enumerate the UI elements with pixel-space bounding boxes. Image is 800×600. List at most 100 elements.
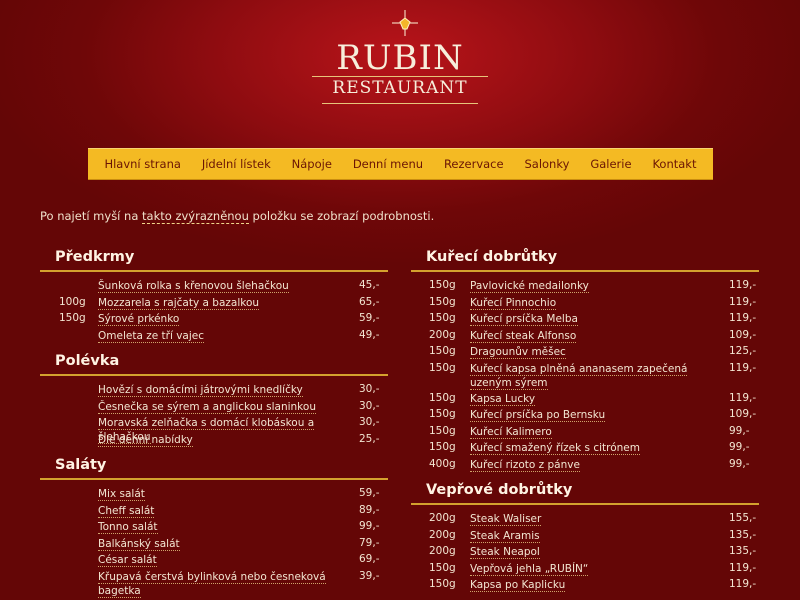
menu-item-name-text: Kuřecí steak Alfonso — [470, 329, 577, 343]
menu-item-weight: 150g — [429, 312, 456, 324]
menu-item-name-text: Steak Waliser — [470, 513, 542, 526]
nav-menu[interactable]: Jídelní lístek — [202, 157, 271, 171]
menu-item-name-text: Tonno salát — [98, 521, 158, 534]
menu-item-name[interactable]: Pavlovické medailonky — [470, 279, 720, 293]
main-nav: Hlavní strana Jídelní lístek Nápoje Denn… — [88, 148, 713, 180]
menu-item-name-text: Kuřecí rizoto z pánve — [470, 458, 580, 472]
section-divider — [40, 374, 388, 376]
menu-item-price: 119,- — [729, 578, 757, 590]
menu-item-price: 135,- — [729, 528, 757, 541]
menu-item-weight: 150g — [59, 312, 86, 324]
menu-item-name-text: Steak Aramis — [470, 529, 540, 543]
menu-item-name-text: Křupavá čerstvá bylinková nebo česneková… — [98, 570, 326, 598]
section-title: Kuřecí dobrůtky — [426, 249, 558, 265]
menu-item-price: 99,- — [729, 424, 750, 437]
menu-item-name-text: Omeleta ze tří vajec — [98, 329, 205, 343]
logo-rule-top — [312, 76, 488, 77]
menu-item-name[interactable]: Kuřecí steak Alfonso — [470, 329, 720, 343]
menu-item-weight: 150g — [429, 279, 456, 291]
menu-item-name[interactable]: Šunková rolka s křenovou šlehačkou — [98, 279, 358, 293]
gem-icon — [392, 10, 418, 36]
menu-item-weight: 100g — [59, 295, 86, 308]
menu-item-weight: 150g — [429, 345, 456, 357]
menu-item-weight: 200g — [429, 512, 456, 524]
menu-item-price: 30,- — [359, 399, 380, 412]
menu-item-name[interactable]: Tonno salát — [98, 520, 358, 534]
nav-daily-menu[interactable]: Denní menu — [353, 157, 423, 171]
menu-item-name-text: Kapsa po Kaplicku — [470, 579, 566, 592]
menu-item-weight: 150g — [429, 441, 456, 453]
hint-highlight: takto zvýrazněnou — [142, 209, 249, 224]
menu-item-weight: 150g — [429, 361, 456, 374]
menu-item-price: 119,- — [729, 312, 757, 324]
menu-item-name-text: Mix salát — [98, 488, 145, 501]
menu-item-name-text: Sýrové prkénko — [98, 313, 180, 326]
menu-item-name[interactable]: Kuřecí smažený řízek s citrónem — [470, 441, 720, 455]
nav-home[interactable]: Hlavní strana — [104, 157, 180, 171]
menu-item-name[interactable]: Kapsa Lucky — [470, 392, 720, 406]
nav-gallery[interactable]: Galerie — [590, 157, 631, 171]
section-title: Polévka — [55, 353, 120, 369]
menu-item-price: 119,- — [729, 391, 757, 404]
menu-item-price: 119,- — [729, 279, 757, 291]
menu-item-name[interactable]: Kuřecí rizoto z pánve — [470, 458, 720, 472]
menu-item-name[interactable]: Omeleta ze tří vajec — [98, 329, 358, 343]
menu-item-price: 49,- — [359, 328, 380, 341]
menu-item-name[interactable]: Vepřová jehla „RUBÍN“ — [470, 562, 720, 576]
section-divider — [40, 478, 388, 480]
menu-item-name[interactable]: Dragounův měšec — [470, 345, 720, 359]
menu-item-name[interactable]: Steak Waliser — [470, 512, 720, 526]
nav-contact[interactable]: Kontakt — [652, 157, 696, 171]
menu-item-weight: 150g — [429, 424, 456, 437]
menu-item-name-text: Šunková rolka s křenovou šlehačkou — [98, 280, 289, 293]
menu-item-price: 119,- — [729, 561, 757, 574]
menu-item-name-text: Kapsa Lucky — [470, 392, 536, 406]
section-title: Vepřové dobrůtky — [426, 482, 573, 498]
menu-item-name[interactable]: Kapsa po Kaplicku — [470, 578, 720, 592]
menu-item-name-text: Kuřecí prsíčka po Bernsku — [470, 409, 606, 422]
hint-text-post: položku se zobrazí podrobnosti. — [248, 209, 435, 223]
menu-item-name-text: Balkánský salát — [98, 537, 180, 551]
hint-text-pre: Po najetí myší na — [40, 209, 143, 223]
logo-rule-bottom — [322, 103, 478, 104]
menu-item-name[interactable]: Kuřecí Pinnochio — [470, 296, 720, 310]
menu-item-weight: 150g — [429, 408, 456, 420]
menu-item-name[interactable]: César salát — [98, 553, 358, 567]
section-title: Předkrmy — [55, 249, 135, 265]
menu-item-name[interactable]: Kuřecí prsíčka po Bernsku — [470, 408, 720, 422]
menu-item-name-text: Mozzarela s rajčaty a bazalkou — [98, 296, 260, 310]
menu-item-name[interactable]: Balkánský salát — [98, 537, 358, 551]
nav-reservation[interactable]: Rezervace — [444, 157, 504, 171]
nav-drinks[interactable]: Nápoje — [292, 157, 332, 171]
menu-item-name[interactable]: Sýrové prkénko — [98, 312, 358, 326]
menu-item-name[interactable]: Hovězí s domácími játrovými knedlíčky — [98, 383, 358, 397]
menu-item-name[interactable]: Křupavá čerstvá bylinková nebo česneková… — [98, 570, 358, 598]
menu-item-price: 39,- — [359, 569, 380, 582]
menu-item-weight: 150g — [429, 578, 456, 590]
menu-item-name[interactable]: Mozzarela s rajčaty a bazalkou — [98, 296, 358, 310]
menu-item-weight: 200g — [429, 528, 456, 541]
menu-item-name-text: Dle denní nabídky — [98, 433, 193, 447]
menu-item-price: 45,- — [359, 279, 380, 291]
menu-item-name-text: Česnečka se sýrem a anglickou slaninkou — [98, 400, 316, 414]
menu-item-name[interactable]: Kuřecí Kalimero — [470, 425, 720, 439]
menu-item-name[interactable]: Kuřecí prsíčka Melba — [470, 312, 720, 326]
menu-item-name[interactable]: Dle denní nabídky — [98, 433, 358, 447]
menu-item-price: 30,- — [359, 416, 380, 428]
menu-item-price: 79,- — [359, 536, 380, 549]
menu-item-price: 99,- — [729, 457, 750, 470]
menu-item-name[interactable]: Cheff salát — [98, 504, 358, 518]
nav-salons[interactable]: Salonky — [524, 157, 569, 171]
menu-item-name[interactable]: Steak Neapol — [470, 545, 720, 559]
menu-item-name[interactable]: Steak Aramis — [470, 529, 720, 543]
menu-item-weight: 150g — [429, 295, 456, 308]
section-divider — [411, 503, 759, 505]
menu-item-name[interactable]: Mix salát — [98, 487, 358, 501]
menu-item-name[interactable]: Česnečka se sýrem a anglickou slaninkou — [98, 400, 358, 414]
menu-item-price: 109,- — [729, 408, 757, 420]
section-divider — [40, 270, 388, 272]
menu-item-name-text: Steak Neapol — [470, 546, 540, 559]
logo[interactable]: RUBIN RESTAURANT — [300, 8, 500, 108]
menu-item-price: 59,- — [359, 312, 380, 324]
menu-item-name[interactable]: Kuřecí kapsa plněná ananasem zapečená uz… — [470, 362, 720, 390]
